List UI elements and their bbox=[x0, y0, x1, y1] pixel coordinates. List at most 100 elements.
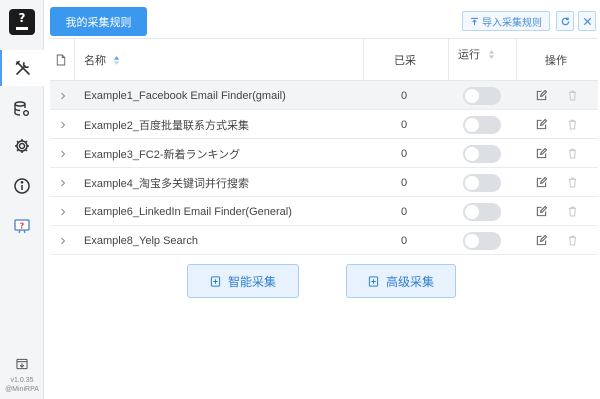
edit-icon bbox=[536, 235, 547, 246]
sort-icon bbox=[113, 55, 120, 65]
actions-column-header: 操作 bbox=[545, 55, 567, 67]
trash-icon bbox=[568, 177, 576, 188]
smart-collect-label: 智能采集 bbox=[227, 274, 276, 289]
close-button[interactable] bbox=[578, 11, 596, 31]
run-toggle-cell bbox=[463, 139, 501, 168]
version-label: v1.0.35 bbox=[10, 377, 34, 384]
close-icon bbox=[583, 17, 591, 25]
author-label: @MiniRPA bbox=[5, 386, 39, 393]
rules-table: 名称 已采 运行 操作 Example1_Facebook Email Find… bbox=[50, 38, 598, 255]
rule-name[interactable]: Example3_FC2-新着ランキング bbox=[84, 139, 240, 168]
refresh-icon bbox=[561, 16, 569, 25]
sidebar-item-rules[interactable] bbox=[0, 50, 44, 86]
delete-button[interactable] bbox=[566, 139, 578, 168]
table-row[interactable]: Example2_百度批量联系方式采集 0 bbox=[50, 110, 598, 139]
trash-icon bbox=[568, 206, 576, 217]
expand-row-button[interactable] bbox=[60, 168, 70, 197]
rule-name[interactable]: Example8_Yelp Search bbox=[84, 226, 198, 255]
import-icon bbox=[470, 17, 479, 25]
refresh-button[interactable] bbox=[556, 11, 574, 31]
collected-count: 0 bbox=[400, 205, 408, 218]
info-icon bbox=[14, 178, 30, 194]
table-body: Example1_Facebook Email Finder(gmail) 0 Ex… bbox=[50, 81, 598, 255]
run-toggle[interactable] bbox=[463, 202, 501, 221]
run-toggle[interactable] bbox=[463, 115, 501, 134]
smart-collect-button[interactable]: 智能采集 bbox=[187, 264, 299, 298]
table-row[interactable]: Example3_FC2-新着ランキング 0 bbox=[50, 139, 598, 168]
svg-text:?: ? bbox=[20, 222, 25, 231]
edit-button[interactable] bbox=[534, 81, 548, 110]
edit-button[interactable] bbox=[534, 226, 548, 255]
chevron-right-icon bbox=[61, 92, 66, 99]
advanced-collect-label: 高级采集 bbox=[385, 274, 434, 289]
run-toggle[interactable] bbox=[463, 231, 501, 250]
delete-button[interactable] bbox=[566, 110, 578, 139]
delete-button[interactable] bbox=[566, 226, 578, 255]
run-toggle-cell bbox=[463, 168, 501, 197]
add-file-icon bbox=[210, 275, 221, 287]
rule-name[interactable]: Example4_淘宝多关键词并行搜索 bbox=[84, 168, 249, 197]
name-header-label: 名称 bbox=[84, 55, 106, 67]
expand-row-button[interactable] bbox=[60, 139, 70, 168]
tools-icon bbox=[15, 60, 30, 75]
run-toggle[interactable] bbox=[463, 144, 501, 163]
collected-count: 0 bbox=[400, 176, 408, 189]
chevron-right-icon bbox=[61, 150, 66, 157]
run-toggle-cell bbox=[463, 197, 501, 226]
run-toggle-cell bbox=[463, 110, 501, 139]
rule-name[interactable]: Example6_LinkedIn Email Finder(General) bbox=[84, 197, 292, 226]
run-toggle[interactable] bbox=[463, 173, 501, 192]
sidebar-item-data[interactable] bbox=[0, 91, 44, 127]
select-all-cell[interactable] bbox=[56, 39, 66, 81]
sidebar-item-help[interactable]: ? bbox=[0, 208, 44, 244]
expand-row-button[interactable] bbox=[60, 110, 70, 139]
chevron-right-icon bbox=[61, 121, 66, 128]
run-toggle[interactable] bbox=[463, 86, 501, 105]
database-settings-icon bbox=[14, 101, 29, 116]
sidebar-item-settings[interactable] bbox=[0, 128, 44, 164]
sidebar-item-about[interactable] bbox=[0, 168, 44, 204]
app-logo: ? bbox=[9, 9, 35, 35]
trash-icon bbox=[568, 119, 576, 130]
advanced-collect-button[interactable]: 高级采集 bbox=[346, 264, 456, 298]
edit-button[interactable] bbox=[534, 197, 548, 226]
trash-icon bbox=[568, 235, 576, 246]
add-file-icon bbox=[368, 275, 379, 287]
expand-row-button[interactable] bbox=[60, 197, 70, 226]
sidebar-item-export[interactable] bbox=[0, 352, 44, 376]
delete-button[interactable] bbox=[566, 197, 578, 226]
chevron-right-icon bbox=[61, 208, 66, 215]
collected-count: 0 bbox=[400, 147, 408, 160]
gear-icon bbox=[15, 139, 29, 153]
trash-icon bbox=[568, 90, 576, 101]
edit-button[interactable] bbox=[534, 168, 548, 197]
expand-row-button[interactable] bbox=[60, 226, 70, 255]
my-rules-tab[interactable]: 我的采集规则 bbox=[50, 7, 147, 36]
sort-icon bbox=[488, 49, 495, 59]
running-column-header[interactable]: 运行 bbox=[458, 33, 495, 75]
edit-button[interactable] bbox=[534, 139, 548, 168]
table-row[interactable]: Example6_LinkedIn Email Finder(General) 0 bbox=[50, 197, 598, 226]
import-rules-button[interactable]: 导入采集规则 bbox=[462, 11, 550, 31]
chevron-right-icon bbox=[61, 179, 66, 186]
run-toggle-cell bbox=[463, 226, 501, 255]
table-row[interactable]: Example1_Facebook Email Finder(gmail) 0 bbox=[50, 81, 598, 110]
collected-column-header: 已采 bbox=[394, 55, 416, 67]
collected-count: 0 bbox=[400, 234, 408, 247]
export-icon bbox=[16, 358, 28, 370]
edit-button[interactable] bbox=[534, 110, 548, 139]
name-column-header[interactable]: 名称 bbox=[84, 39, 120, 81]
delete-button[interactable] bbox=[566, 81, 578, 110]
table-row[interactable]: Example8_Yelp Search 0 bbox=[50, 226, 598, 255]
sidebar: ? ? v1.0.35 @MiniRPA bbox=[0, 0, 44, 399]
rule-name[interactable]: Example1_Facebook Email Finder(gmail) bbox=[84, 81, 286, 110]
edit-icon bbox=[536, 148, 547, 159]
table-row[interactable]: Example4_淘宝多关键词并行搜索 0 bbox=[50, 168, 598, 197]
run-toggle-cell bbox=[463, 81, 501, 110]
expand-row-button[interactable] bbox=[60, 81, 70, 110]
chevron-right-icon bbox=[61, 237, 66, 244]
edit-icon bbox=[536, 90, 547, 101]
file-icon bbox=[56, 54, 66, 66]
rule-name[interactable]: Example2_百度批量联系方式采集 bbox=[84, 110, 249, 139]
delete-button[interactable] bbox=[566, 168, 578, 197]
